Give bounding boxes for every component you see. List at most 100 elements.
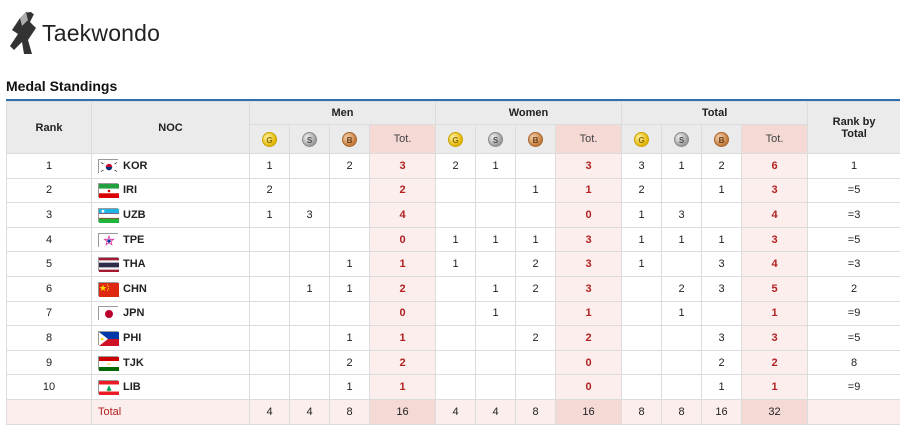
men-bronze-total: 8 <box>329 398 370 425</box>
total-silver-cell <box>661 349 703 376</box>
noc-cell: THA <box>91 251 250 277</box>
total-gold-cell: 1 <box>621 202 663 228</box>
men-tot-header: Tot. <box>369 124 436 154</box>
all-gold-total: 8 <box>621 398 663 425</box>
rank-by-total-cell: 2 <box>807 275 900 302</box>
men-gold-total: 4 <box>249 398 290 425</box>
men-tot-cell: 0 <box>369 300 436 327</box>
total-bronze-cell <box>701 202 743 228</box>
total-tot-cell: 3 <box>741 226 809 253</box>
noc-code: KOR <box>123 159 148 172</box>
women-silver-cell: 1 <box>475 153 516 179</box>
women-gold-total: 4 <box>435 398 476 425</box>
men-gold-cell: 1 <box>249 153 290 179</box>
rank-cell: 8 <box>6 325 92 351</box>
total-bronze-cell: 2 <box>701 153 743 179</box>
men-header: Men <box>249 101 436 125</box>
total-tot-cell: 4 <box>741 202 809 228</box>
men-bronze-cell: 2 <box>329 153 370 179</box>
men-gold-cell: 2 <box>249 177 290 204</box>
women-bronze-cell <box>515 349 556 376</box>
men-silver-cell <box>289 251 330 277</box>
rank-cell: 4 <box>6 226 92 253</box>
rank-cell: 9 <box>6 349 92 376</box>
table-row: 1 KOR 1 2 3 2 1 3 3 1 2 6 1 <box>6 153 900 179</box>
total-gold-cell: 2 <box>621 177 663 204</box>
women-tot-cell: 0 <box>554 374 623 400</box>
men-silver-cell <box>289 153 330 179</box>
total-silver-cell: 3 <box>661 202 703 228</box>
gold-medal-icon: G <box>634 131 650 147</box>
men-bronze-cell: 1 <box>329 251 370 277</box>
total-header: Total <box>621 101 809 125</box>
total-bronze-cell: 3 <box>701 251 743 277</box>
women-bronze-cell <box>515 300 556 327</box>
men-silver-cell <box>289 226 330 253</box>
rank-cell: 2 <box>6 177 92 204</box>
noc-code: LIB <box>123 381 141 394</box>
lebanon-flag-icon <box>98 380 119 396</box>
men-tot-cell: 2 <box>369 177 436 204</box>
bronze-medal-icon: B <box>342 131 357 147</box>
total-silver-cell: 1 <box>661 153 703 179</box>
section-title: Medal Standings <box>6 78 118 94</box>
rank-by-total-cell: 1 <box>807 153 900 179</box>
total-tot-cell: 3 <box>741 177 809 204</box>
total-gold-cell <box>621 275 663 302</box>
rank-by-total-cell: =5 <box>807 177 900 204</box>
men-tot-cell: 2 <box>369 349 436 376</box>
men-bronze-cell: 2 <box>329 349 370 376</box>
bronze-medal-icon: B <box>528 131 543 147</box>
total-bronze-cell: 1 <box>701 226 743 253</box>
men-gold-cell <box>249 275 290 302</box>
women-bronze-cell <box>515 202 556 228</box>
philippines-flag-icon <box>98 330 119 346</box>
noc-cell: TPE <box>91 226 250 253</box>
women-tot-cell: 1 <box>554 177 623 204</box>
women-bronze-cell: 1 <box>515 226 556 253</box>
men-tot-cell: 3 <box>369 153 436 179</box>
silver-medal-icon: S <box>674 131 690 147</box>
total-gold-cell <box>621 300 663 327</box>
noc-code: TPE <box>123 233 145 246</box>
women-tot-cell: 0 <box>554 202 623 228</box>
women-tot-cell: 0 <box>554 349 623 376</box>
table-row: 2 IRI 2 2 1 1 2 1 3 =5 <box>6 177 900 204</box>
rank-cell: 7 <box>6 300 92 327</box>
noc-cell: UZB <box>91 202 250 228</box>
women-silver-cell: 1 <box>475 226 516 253</box>
women-tot-cell: 3 <box>554 251 623 277</box>
women-silver-cell: 1 <box>475 275 516 302</box>
total-silver-cell: 2 <box>661 275 703 302</box>
women-tot-total: 16 <box>554 398 623 425</box>
all-bronze-total: 16 <box>701 398 743 425</box>
noc-cell: JPN <box>91 300 250 327</box>
men-bronze-cell: 1 <box>329 374 370 400</box>
women-bronze-total: 8 <box>515 398 556 425</box>
total-tot-cell: 5 <box>741 275 809 302</box>
women-bronze-cell <box>515 153 556 179</box>
japan-flag-icon <box>98 306 119 322</box>
women-tot-cell: 3 <box>554 153 623 179</box>
women-bronze-cell: 2 <box>515 275 556 302</box>
men-bronze-cell <box>329 300 370 327</box>
total-bronze-cell <box>701 300 743 327</box>
women-silver-cell <box>475 374 516 400</box>
silver-medal-icon: S <box>488 131 503 147</box>
iran-flag-icon <box>98 183 119 199</box>
rank-by-total-cell: =9 <box>807 374 900 400</box>
rank-by-total-cell: =5 <box>807 325 900 351</box>
rank-cell: 5 <box>6 251 92 277</box>
women-gold-cell: 1 <box>435 251 476 277</box>
rank-by-total-cell: =3 <box>807 202 900 228</box>
noc-cell: CHN <box>91 275 250 302</box>
women-bronze-cell: 1 <box>515 177 556 204</box>
men-tot-cell: 1 <box>369 251 436 277</box>
men-tot-cell: 0 <box>369 226 436 253</box>
noc-cell: PHI <box>91 325 250 351</box>
total-gold-cell: 3 <box>621 153 663 179</box>
rank-by-total-cell: =5 <box>807 226 900 253</box>
noc-header: NOC <box>91 101 250 154</box>
rank-by-total-header: Rank by Total <box>807 101 900 154</box>
women-tot-cell: 3 <box>554 226 623 253</box>
